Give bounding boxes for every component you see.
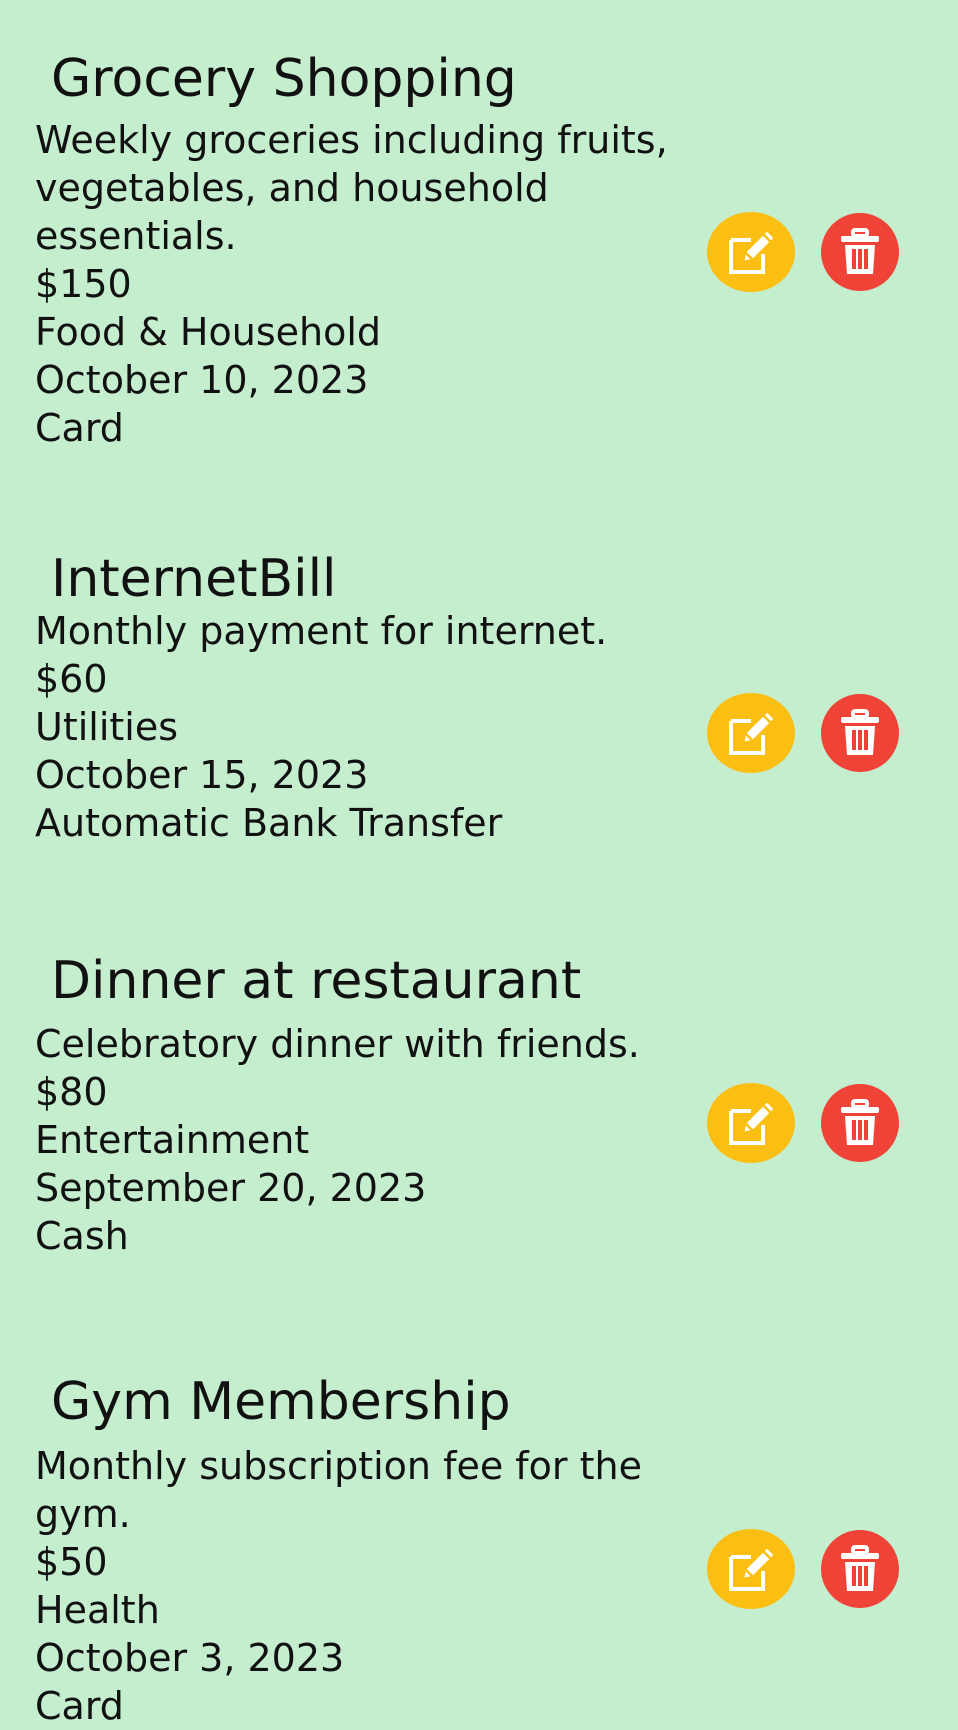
expense-payment-method: Automatic Bank Transfer: [35, 801, 503, 845]
edit-button[interactable]: [707, 1083, 795, 1163]
expense-category: Utilities: [35, 705, 179, 749]
trash-icon: [841, 228, 879, 274]
delete-button[interactable]: [821, 1084, 899, 1162]
edit-icon: [729, 228, 777, 274]
expense-payment-method: Cash: [35, 1214, 129, 1258]
expense-details: Celebratory dinner with friends. $80 Ent…: [35, 1020, 675, 1260]
expense-amount: $60: [35, 657, 108, 701]
expense-date: September 20, 2023: [35, 1166, 427, 1210]
expense-date: October 3, 2023: [35, 1636, 345, 1680]
expense-title: Gym Membership: [51, 1372, 511, 1432]
edit-button[interactable]: [707, 693, 795, 773]
expense-amount: $50: [35, 1540, 108, 1584]
trash-icon: [841, 1545, 879, 1591]
expense-payment-method: Card: [35, 1684, 124, 1728]
expense-details: Monthly subscription fee for the gym. $5…: [35, 1442, 675, 1730]
edit-icon: [729, 1545, 777, 1591]
edit-button[interactable]: [707, 212, 795, 292]
edit-icon: [729, 1099, 777, 1145]
expense-category: Health: [35, 1588, 160, 1632]
edit-button[interactable]: [707, 1529, 795, 1609]
expense-title: Grocery Shopping: [51, 49, 517, 109]
delete-button[interactable]: [821, 1530, 899, 1608]
expense-date: October 15, 2023: [35, 753, 369, 797]
trash-icon: [841, 709, 879, 755]
expense-amount: $150: [35, 262, 132, 306]
edit-icon: [729, 709, 777, 755]
delete-button[interactable]: [821, 213, 899, 291]
delete-button[interactable]: [821, 694, 899, 772]
expense-title: InternetBill: [51, 549, 337, 609]
trash-icon: [841, 1099, 879, 1145]
expense-details: Weekly groceries including fruits, veget…: [35, 116, 675, 452]
expense-description: Weekly groceries including fruits, veget…: [35, 118, 668, 258]
expense-category: Entertainment: [35, 1118, 310, 1162]
expense-description: Monthly subscription fee for the gym.: [35, 1444, 642, 1536]
expense-date: October 10, 2023: [35, 358, 369, 402]
expense-amount: $80: [35, 1070, 108, 1114]
expense-payment-method: Card: [35, 406, 124, 450]
expense-title: Dinner at restaurant: [51, 951, 582, 1011]
expense-description: Celebratory dinner with friends.: [35, 1022, 640, 1066]
expense-description: Monthly payment for internet.: [35, 609, 608, 653]
expense-details: Monthly payment for internet. $60 Utilit…: [35, 607, 675, 847]
expense-category: Food & Household: [35, 310, 382, 354]
